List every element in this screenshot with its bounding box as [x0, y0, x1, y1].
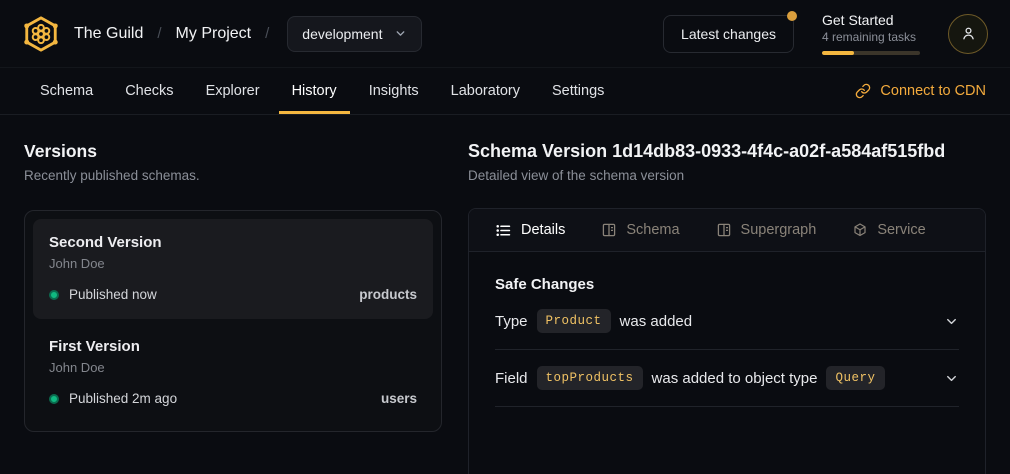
chevron-down-icon [944, 314, 959, 329]
change-row[interactable]: Field topProducts was added to object ty… [495, 350, 959, 407]
header-actions: Latest changes Get Started 4 remaining t… [663, 12, 988, 55]
tab-settings[interactable]: Settings [536, 68, 620, 114]
person-icon [960, 25, 977, 42]
safe-changes-heading: Safe Changes [495, 276, 959, 293]
tab-insights[interactable]: Insights [353, 68, 435, 114]
list-icon [495, 222, 512, 239]
code-badge: topProducts [537, 366, 643, 390]
versions-column: Versions Recently published schemas. Sec… [24, 115, 442, 474]
version-name: Second Version [49, 234, 417, 251]
service-name: products [359, 287, 417, 302]
version-author: John Doe [49, 360, 417, 375]
detail-tab-details[interactable]: Details [495, 222, 565, 239]
target-selector[interactable]: development [287, 16, 422, 52]
change-text: was added [620, 313, 693, 330]
app-header: The Guild / My Project / development Lat… [0, 0, 1010, 68]
breadcrumb: The Guild / My Project / development [22, 14, 422, 54]
version-list-item[interactable]: First Version John Doe Published 2m ago … [33, 323, 433, 423]
get-started-progress [822, 51, 920, 55]
change-text: Field [495, 370, 528, 387]
detail-tab-label: Schema [626, 222, 679, 238]
get-started-progress-fill [822, 51, 854, 55]
version-detail-title: Schema Version 1d14db83-0933-4f4c-a02f-a… [468, 141, 986, 162]
versions-title: Versions [24, 141, 442, 162]
version-author: John Doe [49, 256, 417, 271]
project-navbar: Schema Checks Explorer History Insights … [0, 68, 1010, 115]
cube-icon [852, 222, 868, 238]
tab-laboratory[interactable]: Laboratory [435, 68, 536, 114]
detail-tab-service[interactable]: Service [852, 222, 925, 238]
columns-icon [716, 222, 732, 238]
version-detail-column: Schema Version 1d14db83-0933-4f4c-a02f-a… [468, 115, 986, 474]
version-detail-panel: Details Schema Supergraph [468, 208, 986, 474]
change-text: Type [495, 313, 528, 330]
breadcrumb-org[interactable]: The Guild [74, 25, 143, 43]
get-started-subtitle: 4 remaining tasks [822, 30, 920, 44]
nav-tabs: Schema Checks Explorer History Insights … [24, 68, 620, 114]
breadcrumb-project[interactable]: My Project [176, 25, 252, 43]
code-badge: Query [826, 366, 884, 390]
detail-tab-supergraph[interactable]: Supergraph [716, 222, 817, 238]
detail-tab-schema[interactable]: Schema [601, 222, 679, 238]
tab-history[interactable]: History [276, 68, 353, 114]
service-name: users [381, 391, 417, 406]
version-detail-subtitle: Detailed view of the schema version [468, 168, 986, 183]
latest-changes-button[interactable]: Latest changes [663, 15, 794, 53]
get-started-widget[interactable]: Get Started 4 remaining tasks [822, 12, 920, 55]
version-name: First Version [49, 338, 417, 355]
get-started-title: Get Started [822, 12, 920, 28]
change-text: was added to object type [652, 370, 818, 387]
change-row[interactable]: Type Product was added [495, 293, 959, 350]
published-dot-icon [49, 394, 59, 404]
user-avatar[interactable] [948, 14, 988, 54]
detail-tab-label: Service [877, 222, 925, 238]
tab-explorer[interactable]: Explorer [190, 68, 276, 114]
tab-checks[interactable]: Checks [109, 68, 189, 114]
detail-tab-label: Supergraph [741, 222, 817, 238]
chevron-down-icon [394, 27, 407, 40]
tab-schema[interactable]: Schema [24, 68, 109, 114]
chevron-down-icon [944, 371, 959, 386]
versions-subtitle: Recently published schemas. [24, 168, 442, 183]
main-content: Versions Recently published schemas. Sec… [0, 115, 1010, 474]
columns-icon [601, 222, 617, 238]
version-list-item[interactable]: Second Version John Doe Published now pr… [33, 219, 433, 319]
breadcrumb-separator: / [265, 25, 269, 42]
connect-to-cdn-label: Connect to CDN [880, 83, 986, 99]
breadcrumb-separator: / [157, 25, 161, 42]
connect-to-cdn-link[interactable]: Connect to CDN [855, 68, 986, 114]
versions-list: Second Version John Doe Published now pr… [24, 210, 442, 432]
target-selector-value: development [302, 26, 382, 42]
link-icon [855, 83, 871, 99]
detail-tab-label: Details [521, 222, 565, 238]
hive-logo-icon[interactable] [22, 14, 60, 54]
code-badge: Product [537, 309, 611, 333]
published-dot-icon [49, 290, 59, 300]
published-status: Published now [69, 287, 157, 302]
detail-tabs: Details Schema Supergraph [469, 209, 985, 252]
detail-content: Safe Changes Type Product was added Fiel… [469, 276, 985, 407]
published-status: Published 2m ago [69, 391, 177, 406]
